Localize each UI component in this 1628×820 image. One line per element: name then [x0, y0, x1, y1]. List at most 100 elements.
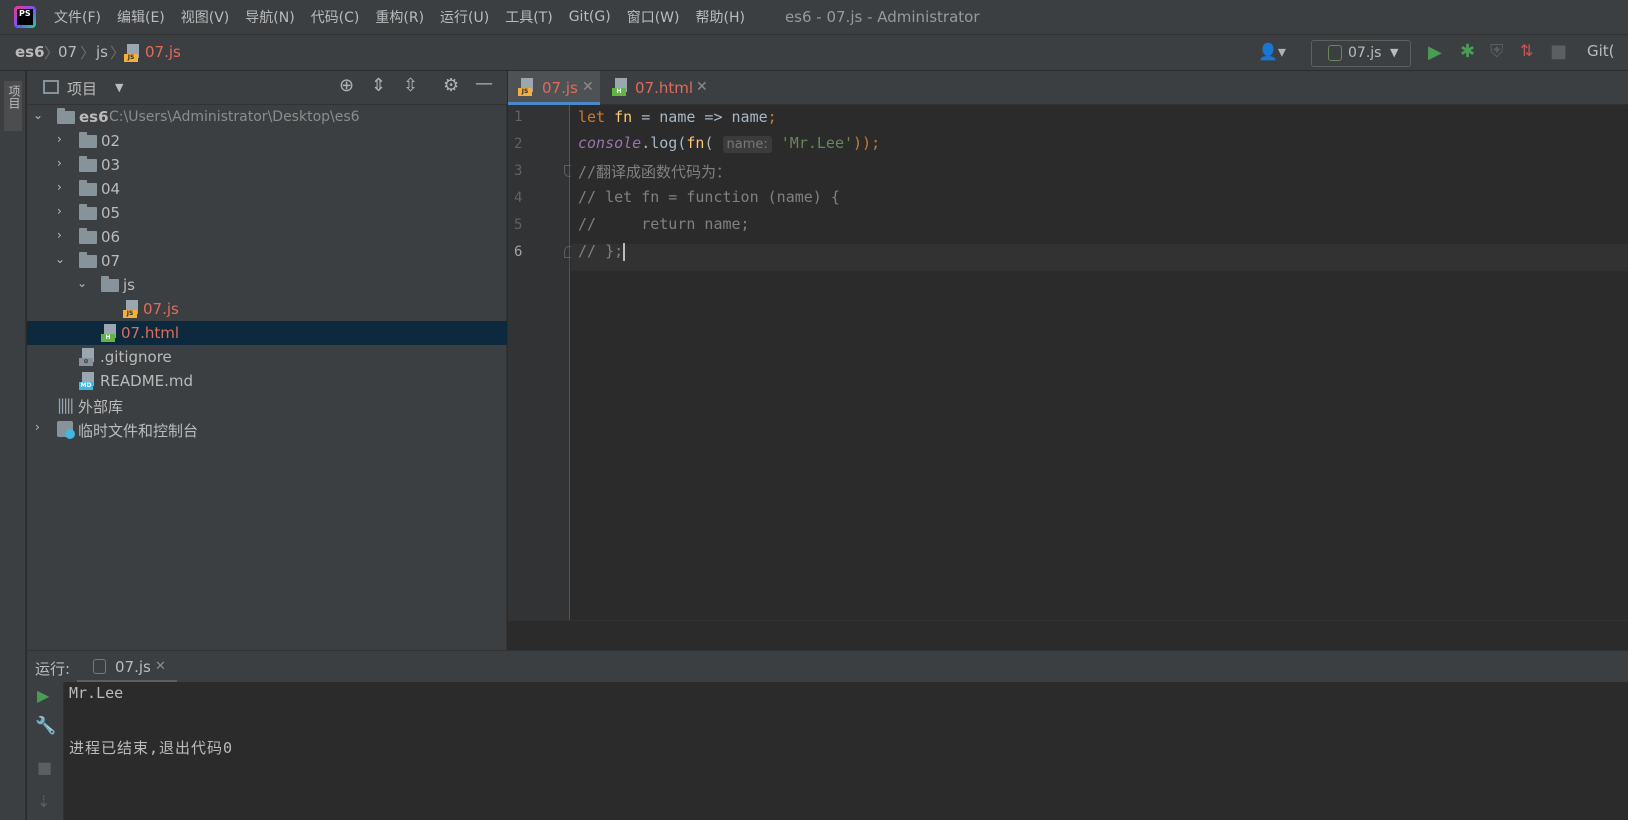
tree-folder-label: 07	[101, 252, 121, 270]
markdown-file-icon: MD	[79, 372, 95, 390]
tree-row-gitignore[interactable]: ⊘ .gitignore	[27, 345, 507, 369]
tree-row-file-07js[interactable]: JS 07.js	[27, 297, 507, 321]
console-output[interactable]: Mr.Lee 进程已结束,退出代码0	[65, 682, 1628, 820]
code-editor[interactable]: let fn = name => name; console.log(fn( n…	[571, 105, 1628, 620]
coverage-icon[interactable]: ⛨	[1490, 41, 1504, 62]
menu-run[interactable]: 运行(U)	[440, 7, 489, 27]
chevron-down-icon[interactable]: ⌄	[55, 252, 65, 266]
app-logo-icon[interactable]: PS	[14, 6, 36, 28]
menu-navigate[interactable]: 导航(N)	[245, 7, 294, 27]
tree-row-external-libraries[interactable]: ||||| 外部库	[27, 393, 507, 417]
chevron-down-icon[interactable]: ⌄	[77, 276, 87, 290]
breadcrumb-project[interactable]: es6	[15, 43, 45, 61]
tree-row-root[interactable]: ⌄ es6 C:\Users\Administrator\Desktop\es6	[27, 105, 507, 129]
nodejs-icon	[93, 659, 106, 674]
function-name: fn	[614, 108, 633, 126]
breadcrumb-folder-07[interactable]: 07	[58, 43, 77, 61]
tree-row-folder-07[interactable]: ⌄ 07	[27, 249, 507, 273]
folder-icon	[57, 108, 75, 124]
js-file-icon: JS	[518, 78, 534, 96]
nodejs-icon	[1328, 45, 1342, 61]
menu-git[interactable]: Git(G)	[569, 9, 611, 25]
chevron-right-icon[interactable]: ›	[35, 420, 40, 434]
tree-row-folder[interactable]: › 03	[27, 153, 507, 177]
wrench-icon[interactable]: 🔧	[35, 716, 56, 736]
tree-row-readme[interactable]: MD README.md	[27, 369, 507, 393]
rerun-icon[interactable]: ▶	[37, 686, 49, 705]
menu-tools[interactable]: 工具(T)	[505, 7, 552, 27]
close-icon[interactable]: ✕	[582, 79, 594, 95]
menu-help[interactable]: 帮助(H)	[695, 7, 744, 27]
project-tree: ⌄ es6 C:\Users\Administrator\Desktop\es6…	[27, 105, 507, 650]
punctuation: ));	[853, 134, 881, 152]
tree-file-label: 07.js	[143, 300, 179, 318]
code-line-2: console.log(fn( name: 'Mr.Lee'));	[578, 134, 881, 153]
tree-row-folder[interactable]: › 02	[27, 129, 507, 153]
breadcrumb-folder-js[interactable]: js	[96, 43, 108, 61]
collapse-all-icon[interactable]: ⇳	[403, 75, 418, 96]
tree-folder-label: 06	[101, 228, 121, 246]
chevron-right-icon[interactable]: ›	[57, 180, 62, 194]
code-line-5: // return name;	[578, 215, 750, 233]
tab-07js[interactable]: JS 07.js ✕	[508, 71, 600, 105]
breadcrumb-file[interactable]: 07.js	[145, 43, 181, 61]
line-number: 5	[514, 217, 523, 233]
chevron-down-icon[interactable]: ⌄	[33, 108, 43, 122]
library-icon: |||||	[57, 396, 74, 414]
folder-icon	[79, 204, 97, 220]
comment-text: // };	[578, 242, 624, 260]
console-line: 进程已结束,退出代码0	[69, 739, 234, 757]
user-icon[interactable]: 👤▾	[1258, 42, 1286, 61]
code-line-1: let fn = name => name;	[578, 108, 777, 126]
tab-label: 07.js	[542, 79, 578, 97]
folder-icon	[79, 132, 97, 148]
tree-row-file-07html[interactable]: H 07.html	[27, 321, 507, 345]
debug-icon[interactable]: ✱	[1460, 41, 1475, 62]
close-icon[interactable]: ✕	[155, 659, 166, 674]
chevron-down-icon: ▼	[1390, 46, 1399, 59]
chevron-down-icon[interactable]: ▼	[115, 81, 123, 94]
tree-row-folder[interactable]: › 04	[27, 177, 507, 201]
js-file-icon: JS	[123, 300, 139, 318]
line-number: 6	[514, 244, 523, 260]
chevron-right-icon[interactable]: ›	[57, 132, 62, 146]
tree-file-label: README.md	[100, 372, 194, 390]
code-line-4: // let fn = function (name) {	[578, 188, 840, 206]
project-panel-title[interactable]: 项目	[67, 78, 97, 99]
left-tool-stripe: 项目	[0, 71, 26, 820]
close-icon[interactable]: ✕	[696, 79, 708, 95]
run-tab-07js[interactable]: 07.js ✕	[77, 651, 177, 683]
chevron-right-icon[interactable]: ›	[57, 204, 62, 218]
tab-label: 07.html	[635, 79, 694, 97]
expand-all-icon[interactable]: ⇕	[371, 75, 386, 96]
menu-file[interactable]: 文件(F)	[54, 7, 101, 27]
chevron-right-icon[interactable]: ›	[57, 156, 62, 170]
menu-edit[interactable]: 编辑(E)	[117, 7, 165, 27]
scroll-down-icon[interactable]: ⇣	[37, 792, 50, 811]
run-config-selector[interactable]: 07.js ▼	[1311, 40, 1411, 67]
tree-row-scratches[interactable]: › 临时文件和控制台	[27, 417, 507, 441]
tab-07html[interactable]: H 07.html ✕	[604, 71, 714, 105]
chevron-right-icon[interactable]: ›	[57, 228, 62, 242]
scratches-icon	[57, 421, 75, 439]
menu-view[interactable]: 视图(V)	[181, 7, 230, 27]
menu-refactor[interactable]: 重构(R)	[375, 7, 424, 27]
tree-folder-label: 03	[101, 156, 121, 174]
run-icon[interactable]: ▶	[1428, 42, 1442, 63]
profile-icon[interactable]: ⇅	[1520, 41, 1533, 60]
menu-code[interactable]: 代码(C)	[311, 7, 360, 27]
tree-row-folder[interactable]: › 05	[27, 201, 507, 225]
folder-icon	[79, 228, 97, 244]
gear-icon[interactable]: ⚙	[443, 75, 459, 96]
hide-panel-icon[interactable]: —	[475, 73, 493, 94]
run-config-label: 07.js	[1348, 45, 1382, 61]
locate-file-icon[interactable]: ⊕	[339, 75, 354, 96]
project-tool-button[interactable]: 项目	[4, 81, 22, 131]
folder-icon	[79, 156, 97, 172]
git-toolbar-label[interactable]: Git(	[1587, 42, 1615, 60]
tree-row-folder-js[interactable]: ⌄ js	[27, 273, 507, 297]
menu-window[interactable]: 窗口(W)	[627, 7, 680, 27]
tree-row-folder[interactable]: › 06	[27, 225, 507, 249]
stop-icon[interactable]: ■	[1550, 41, 1567, 62]
stop-icon[interactable]: ■	[37, 758, 52, 777]
